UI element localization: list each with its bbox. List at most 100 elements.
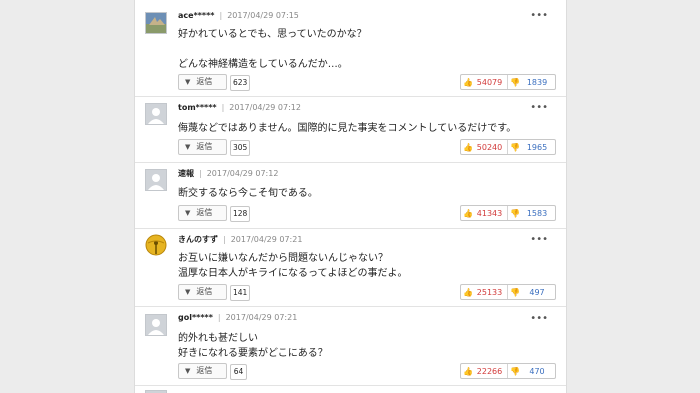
chevron-down-icon: ▼: [185, 78, 191, 86]
timestamp: 2017/04/29 07:21: [225, 313, 298, 322]
comment-body: 侮蔑などではありません。国際的に見た事実をコメントしているだけです。: [178, 121, 516, 136]
dislike-count: 1839: [526, 77, 548, 87]
dislike-count: 497: [529, 287, 545, 297]
vote-box: 👍 54079 👎 1839: [460, 74, 556, 90]
thumbs-down-icon: 👎: [510, 77, 520, 87]
reply-label: 返信: [196, 208, 213, 217]
like-count: 22266: [476, 366, 503, 376]
thumbs-up-icon: 👍: [463, 142, 473, 152]
comment-line: 温厚な日本人がキライになるってよほどの事だよ。: [178, 268, 408, 279]
comment-list: ace***** | 2017/04/29 07:15 ••• 好かれているとでも、…: [134, 0, 567, 393]
thumbs-up-icon: 👍: [463, 287, 473, 297]
comment-item: きんのすず | 2017/04/29 07:21 ••• お互いに嫌いなんだから問題…: [135, 229, 566, 307]
reply-label: 返信: [196, 366, 213, 375]
comment-body: 好かれているとでも、思っていたのかな？ どんな神経構造をしているんだか…。: [178, 27, 367, 72]
like-count: 50240: [476, 142, 503, 152]
dislike-count: 470: [529, 366, 545, 376]
thumbs-up-icon: 👍: [463, 77, 473, 87]
chevron-down-icon: ▼: [185, 367, 191, 375]
thumbs-up-icon: 👍: [463, 208, 473, 218]
comment-meta: きんのすず | 2017/04/29 07:21: [178, 235, 303, 244]
chevron-down-icon: ▼: [185, 209, 191, 217]
like-button[interactable]: 👍 41343: [461, 206, 509, 220]
username[interactable]: ace*****: [178, 11, 214, 20]
comment-item: ace***** | 2017/04/29 07:15 ••• 好かれているとでも、…: [135, 0, 566, 97]
comment-line: 侮蔑などではありません。国際的に見た事実をコメントしているだけです。: [178, 123, 517, 134]
comment-item: tom***** | 2017/04/29 07:12 ••• 侮蔑などではありませ…: [135, 97, 566, 163]
vote-box: 👍 41343 👎 1583: [460, 205, 556, 221]
username[interactable]: 速報: [178, 169, 194, 178]
dislike-count: 1965: [526, 142, 548, 152]
reply-button[interactable]: ▼ 返信: [178, 205, 227, 221]
landscape-avatar-icon[interactable]: [145, 12, 167, 34]
username[interactable]: tom*****: [178, 103, 217, 112]
timestamp: 2017/04/29 07:15: [227, 11, 299, 20]
comment-body: 断交するなら今こそ旬である。: [178, 186, 318, 201]
comment-line: 好かれているとでも、思っていたのかな？: [178, 29, 367, 40]
vote-box: 👍 50240 👎 1965: [460, 139, 556, 155]
chevron-down-icon: ▼: [185, 143, 191, 151]
thumbs-down-icon: 👎: [510, 287, 520, 297]
default-user-icon[interactable]: [145, 103, 167, 125]
reply-button[interactable]: ▼ 返信: [178, 284, 227, 300]
reply-label: 返信: [196, 287, 213, 296]
username[interactable]: gol*****: [178, 313, 213, 322]
reply-count: 623: [230, 75, 251, 91]
comment-line: [178, 42, 367, 57]
thumbs-up-icon: 👍: [463, 366, 473, 376]
like-button[interactable]: 👍 50240: [461, 140, 509, 154]
vote-box: 👍 25133 👎 497: [460, 284, 556, 300]
like-count: 41343: [476, 208, 503, 218]
more-options-icon[interactable]: •••: [530, 103, 548, 113]
comment-line: どんな神経構造をしているんだか…。: [178, 59, 348, 70]
username[interactable]: きんのすず: [178, 235, 218, 244]
reply-button[interactable]: ▼ 返信: [178, 139, 227, 155]
comment-line: 断交するなら今こそ旬である。: [178, 188, 318, 199]
reply-count: 64: [230, 364, 247, 380]
dislike-button[interactable]: 👎 1839: [508, 75, 555, 89]
comment-item: 速報 | 2017/04/29 07:12 断交するなら今こそ旬である。 ▼ 返信 1…: [135, 163, 566, 229]
comment-meta: tom***** | 2017/04/29 07:12: [178, 103, 301, 112]
next-comment-partial: [135, 386, 566, 393]
reply-count: 128: [230, 206, 251, 222]
reply-count: 305: [230, 140, 251, 156]
gold-bell-icon[interactable]: [145, 234, 167, 256]
comment-body: お互いに嫌いなんだから問題ないんじゃない？ 温厚な日本人がキライになるってよほど…: [178, 251, 408, 281]
vote-box: 👍 22266 👎 470: [460, 363, 556, 379]
comment-line: 好きになれる要素がどこにある？: [178, 348, 328, 359]
comment-meta: gol***** | 2017/04/29 07:21: [178, 313, 298, 322]
comment-body: 的外れも甚だしい 好きになれる要素がどこにある？: [178, 331, 328, 361]
like-count: 25133: [476, 287, 503, 297]
chevron-down-icon: ▼: [185, 288, 191, 296]
reply-label: 返信: [196, 142, 213, 151]
dislike-button[interactable]: 👎 497: [508, 285, 555, 299]
comment-item: gol***** | 2017/04/29 07:21 ••• 的外れも甚だしい 好…: [135, 307, 566, 386]
reply-count: 141: [230, 285, 251, 301]
like-button[interactable]: 👍 54079: [461, 75, 509, 89]
reply-button[interactable]: ▼ 返信: [178, 74, 227, 90]
dislike-button[interactable]: 👎 1965: [508, 140, 555, 154]
thumbs-down-icon: 👎: [510, 208, 520, 218]
like-count: 54079: [476, 77, 503, 87]
thumbs-down-icon: 👎: [510, 366, 520, 376]
default-user-icon[interactable]: [145, 314, 167, 336]
comment-meta: 速報 | 2017/04/29 07:12: [178, 169, 279, 178]
comment-meta: ace***** | 2017/04/29 07:15: [178, 11, 299, 20]
more-options-icon[interactable]: •••: [530, 11, 548, 21]
dislike-count: 1583: [526, 208, 548, 218]
comment-line: 的外れも甚だしい: [178, 333, 258, 344]
dislike-button[interactable]: 👎 1583: [508, 206, 555, 220]
more-options-icon[interactable]: •••: [530, 235, 548, 245]
default-user-icon[interactable]: [145, 169, 167, 191]
dislike-button[interactable]: 👎 470: [508, 364, 555, 378]
reply-button[interactable]: ▼ 返信: [178, 363, 227, 379]
like-button[interactable]: 👍 22266: [461, 364, 509, 378]
timestamp: 2017/04/29 07:21: [230, 235, 303, 244]
comment-line: お互いに嫌いなんだから問題ないんじゃない？: [178, 253, 388, 264]
like-button[interactable]: 👍 25133: [461, 285, 509, 299]
more-options-icon[interactable]: •••: [530, 314, 548, 324]
timestamp: 2017/04/29 07:12: [206, 169, 279, 178]
thumbs-down-icon: 👎: [510, 142, 520, 152]
reply-label: 返信: [196, 77, 213, 86]
timestamp: 2017/04/29 07:12: [229, 103, 301, 112]
